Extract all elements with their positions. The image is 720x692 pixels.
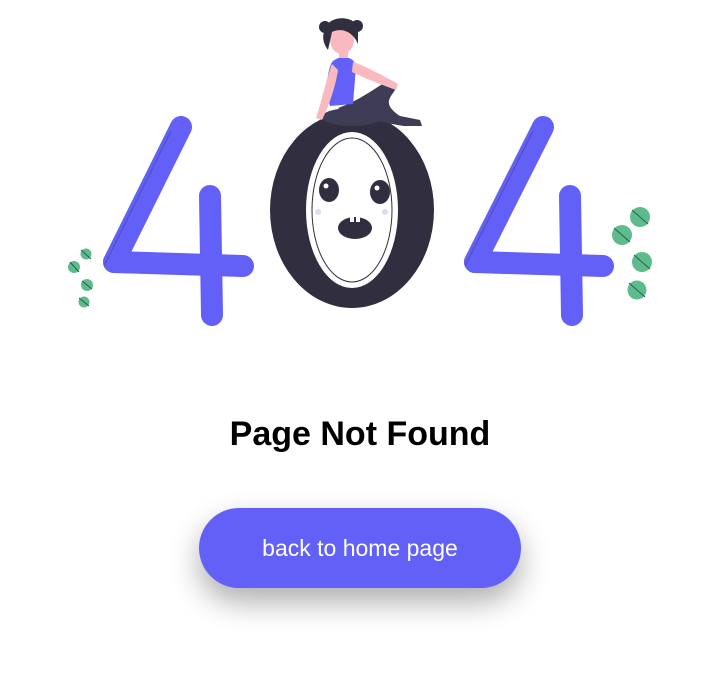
- 404-illustration: [68, 18, 652, 326]
- digit-zero-face-icon: [270, 112, 434, 308]
- left-leaves-icon: [68, 248, 93, 308]
- digit-four-left-icon: [103, 116, 254, 326]
- right-leaves-icon: [612, 207, 652, 300]
- sitting-girl-icon: [316, 18, 422, 126]
- digit-four-right-icon: [464, 116, 614, 326]
- back-to-home-button[interactable]: back to home page: [199, 508, 521, 588]
- page-title: Page Not Found: [229, 415, 491, 453]
